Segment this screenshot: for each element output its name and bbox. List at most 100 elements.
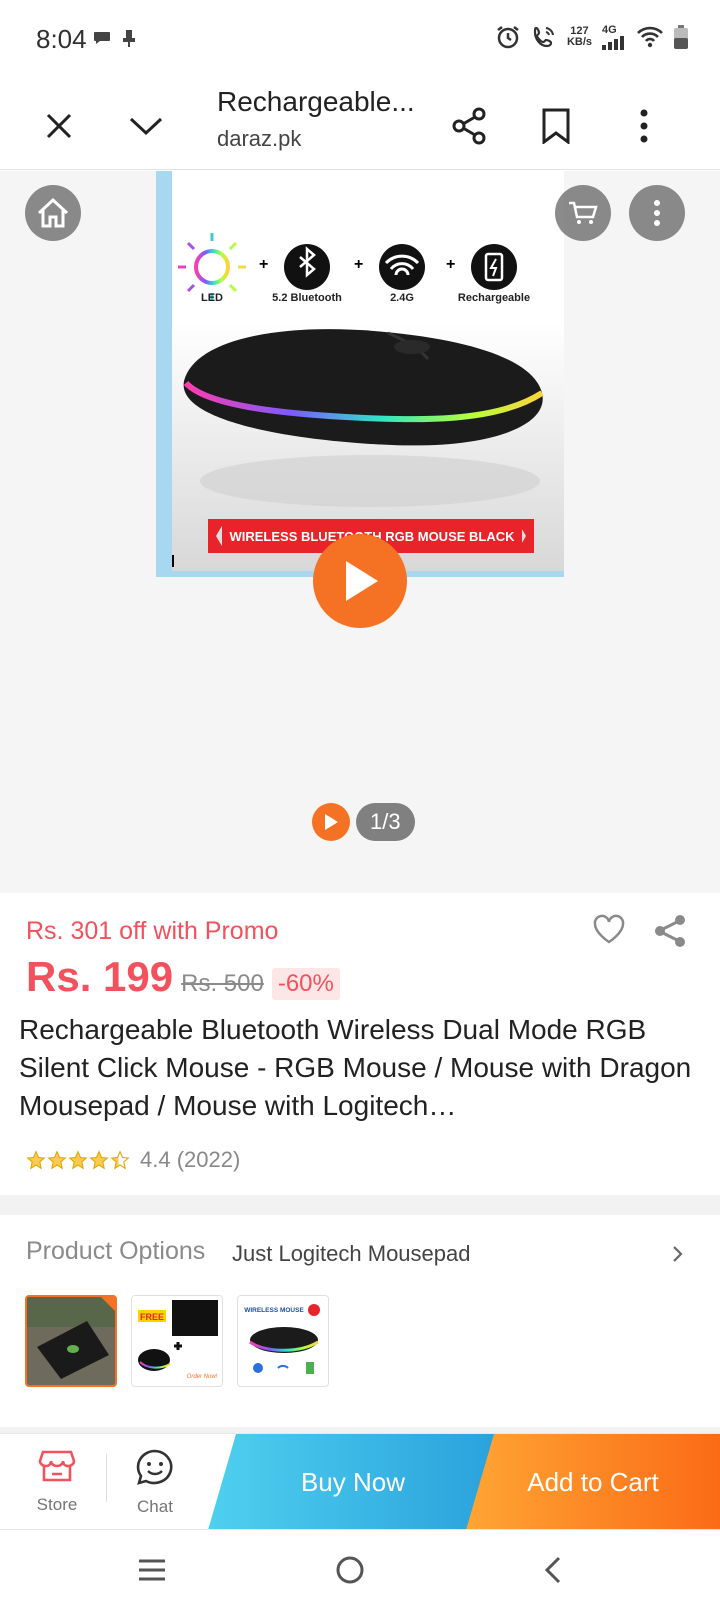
original-price: Rs. 500: [181, 970, 264, 997]
share-icon: [452, 107, 486, 145]
cart-button[interactable]: [555, 185, 611, 241]
image-counter: 1/3: [356, 803, 415, 841]
more-vertical-icon: [640, 109, 648, 143]
product-image[interactable]: + + + LED 5.2 Bluetooth 2.4G Rechargeabl…: [156, 171, 564, 577]
menu-lines-icon: [139, 1559, 165, 1581]
rating-stars: [26, 1150, 130, 1170]
more-options-button[interactable]: [616, 98, 672, 154]
bookmark-icon: [542, 108, 570, 144]
section-divider: [0, 1195, 720, 1215]
product-title[interactable]: Rechargeable Bluetooth Wireless Dual Mod…: [19, 1011, 709, 1125]
alarm-icon: [497, 26, 519, 49]
options-label: Product Options: [26, 1237, 206, 1265]
option-thumb-mouse-mousepad[interactable]: FREE Order Now!: [131, 1295, 223, 1387]
home-button[interactable]: [25, 185, 81, 241]
option-thumb-wireless-mouse[interactable]: WIRELESS MOUSE: [237, 1295, 329, 1387]
page-title: Rechargeable...: [217, 86, 415, 117]
mobile-signal: 4G: [602, 24, 626, 50]
mouse-product-illustration: + + + LED 5.2 Bluetooth 2.4G Rechargeabl…: [156, 233, 564, 571]
discount-badge: -60%: [271, 968, 340, 1000]
svg-text:+: +: [354, 256, 363, 273]
play-video-button[interactable]: [313, 534, 407, 628]
mousepad-thumb-image: [27, 1297, 115, 1385]
play-icon: [346, 561, 378, 601]
speed-indicator: 127 KB/s: [567, 26, 592, 48]
promo-text: Rs. 301 off with Promo: [26, 917, 279, 945]
current-price: Rs. 199: [26, 953, 174, 1000]
status-right-icons: 127 KB/s 4G: [495, 24, 688, 50]
product-share-button[interactable]: [652, 913, 688, 954]
circle-home-icon: [336, 1556, 364, 1584]
thumb-heading: WIRELESS MOUSE: [244, 1307, 304, 1314]
svg-text:+: +: [259, 256, 268, 273]
status-bar: 8:04 127 KB/s 4G: [0, 0, 720, 80]
add-to-cart-button[interactable]: Add to Cart: [466, 1434, 720, 1530]
home-nav-button[interactable]: [330, 1550, 370, 1590]
network-type: 4G: [602, 24, 617, 36]
battery-icon: [674, 25, 688, 49]
price-section: Rs. 301 off with Promo Rs. 199 Rs. 500 -…: [0, 893, 720, 1195]
wifi-icon: [637, 26, 663, 48]
selected-option: Just Logitech Mousepad: [232, 1241, 471, 1266]
feature-label-rechargeable: Rechargeable: [458, 292, 530, 304]
page: 8:04 127 KB/s 4G Rechargeable... daraz.p…: [0, 0, 720, 1608]
price-row: Rs. 199 Rs. 500 -60%: [26, 953, 340, 1001]
speed-unit: KB/s: [566, 36, 592, 48]
video-indicator[interactable]: [312, 803, 350, 841]
close-icon: [46, 113, 72, 139]
usb-icon: [123, 30, 135, 47]
play-icon: [325, 814, 338, 830]
media-indicator: 1/3: [312, 803, 415, 841]
share-button[interactable]: [441, 98, 497, 154]
chat-bubble-icon: [94, 32, 110, 44]
page-domain: daraz.pk: [217, 126, 302, 151]
bottom-action-bar: Store Chat Buy Now Add to Cart: [0, 1433, 720, 1530]
browser-toolbar: Rechargeable... daraz.pk: [0, 80, 720, 170]
heart-icon: [593, 914, 625, 944]
product-options[interactable]: Product Options Just Logitech Mousepad F…: [0, 1215, 720, 1427]
product-media-gallery[interactable]: + + + LED 5.2 Bluetooth 2.4G Rechargeabl…: [0, 171, 720, 893]
star-icon: [26, 1150, 46, 1170]
order-now-text: Order Now!: [187, 1374, 218, 1380]
status-notification-icons: [92, 28, 138, 48]
chat-icon: [136, 1449, 173, 1485]
chat-label: Chat: [137, 1497, 173, 1516]
rating-row[interactable]: 4.4 (2022): [26, 1147, 240, 1173]
media-more-button[interactable]: [629, 185, 685, 241]
signal-bars-icon: [602, 36, 624, 50]
back-chevron-icon: [544, 1556, 561, 1584]
star-icon: [89, 1150, 109, 1170]
rating-text: 4.4 (2022): [140, 1147, 241, 1172]
home-icon: [37, 197, 69, 228]
more-vertical-icon: [654, 200, 660, 226]
wishlist-button[interactable]: [592, 913, 626, 950]
chevron-down-icon: [129, 117, 163, 136]
store-icon: [38, 1450, 76, 1482]
chevron-right-icon: [672, 1245, 684, 1268]
store-label: Store: [36, 1495, 78, 1514]
wireless-mouse-thumb-image: WIRELESS MOUSE: [238, 1296, 328, 1386]
star-icon: [47, 1150, 67, 1170]
recent-apps-button[interactable]: [132, 1550, 172, 1590]
close-button[interactable]: [31, 98, 87, 154]
action-separator: [106, 1454, 107, 1502]
star-icon: [68, 1150, 88, 1170]
share-icon: [655, 915, 685, 947]
back-nav-button[interactable]: [533, 1550, 573, 1590]
cart-icon: [569, 201, 598, 224]
free-badge: FREE: [140, 1312, 164, 1322]
store-button[interactable]: Store: [17, 1448, 97, 1515]
feature-icons: + + +: [178, 233, 517, 301]
bookmark-button[interactable]: [528, 98, 584, 154]
star-icon: [110, 1150, 130, 1170]
option-thumb-mousepad[interactable]: [25, 1295, 117, 1387]
feature-label-24g: 2.4G: [390, 292, 414, 304]
buy-now-button[interactable]: Buy Now: [208, 1434, 498, 1530]
chat-button[interactable]: Chat: [115, 1448, 195, 1517]
wifi-call-icon: [533, 26, 554, 48]
minimize-button[interactable]: [118, 98, 174, 154]
feature-label-bluetooth: 5.2 Bluetooth: [272, 292, 342, 304]
svg-text:+: +: [446, 256, 455, 273]
system-nav-bar: [0, 1529, 720, 1608]
feature-label-led: LED: [201, 292, 223, 304]
